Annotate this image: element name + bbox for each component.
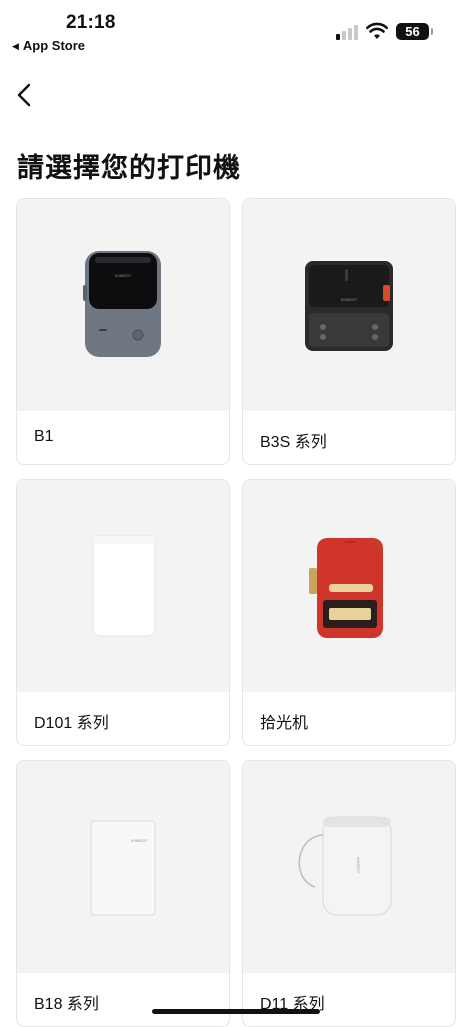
battery-icon: 56 <box>396 23 433 40</box>
printer-image-area <box>17 480 229 692</box>
printer-card-d11[interactable]: NIIMBOT D11 系列 <box>242 760 456 1027</box>
home-indicator[interactable] <box>152 1009 320 1014</box>
shiguangji-printer-image <box>309 538 383 638</box>
b1-printer-image: NIIMBOT <box>83 251 161 357</box>
printer-card-b1[interactable]: NIIMBOT B1 <box>16 198 230 465</box>
back-app-label: App Store <box>22 38 86 53</box>
printer-label: 拾光机 <box>260 715 309 732</box>
printer-image-area: NIIMBOT <box>17 761 229 973</box>
printer-card-shiguangji[interactable]: 拾光机 <box>242 479 456 746</box>
d11-printer-image: NIIMBOT <box>298 816 392 916</box>
printer-image-area: NIIMBOT <box>243 761 455 973</box>
printer-label: B18 系列 <box>34 996 99 1013</box>
printer-label: B1 <box>34 428 54 445</box>
page-title: 請選擇您的打印機 <box>17 153 241 183</box>
b3s-printer-image: NIIMBOT <box>305 261 393 351</box>
brand-mark: NIIMBOT <box>131 838 148 843</box>
printer-image-area: NIIMBOT <box>243 199 455 411</box>
brand-mark: NIIMBOT <box>356 857 361 874</box>
back-to-app-store-link[interactable]: ◀ App Store <box>12 38 85 53</box>
back-triangle-icon: ◀ <box>12 41 19 51</box>
printer-label: B3S 系列 <box>260 434 327 451</box>
d101-printer-image <box>92 535 156 637</box>
status-bar: 21:18 ◀ App Store 56 <box>0 0 472 58</box>
cellular-signal-icon <box>336 24 360 40</box>
status-time: 21:18 <box>66 12 116 33</box>
printer-label: D101 系列 <box>34 715 109 732</box>
printer-card-d101[interactable]: D101 系列 <box>16 479 230 746</box>
back-chevron-icon[interactable] <box>12 80 40 110</box>
printer-card-b18[interactable]: NIIMBOT B18 系列 <box>16 760 230 1027</box>
brand-mark: NIIMBOT <box>115 273 132 278</box>
wifi-icon <box>366 22 388 39</box>
brand-mark: NIIMBOT <box>341 297 358 302</box>
b18-printer-image: NIIMBOT <box>90 820 156 916</box>
printer-card-b3s[interactable]: NIIMBOT B3S 系列 <box>242 198 456 465</box>
printer-image-area <box>243 480 455 692</box>
printer-image-area: NIIMBOT <box>17 199 229 411</box>
